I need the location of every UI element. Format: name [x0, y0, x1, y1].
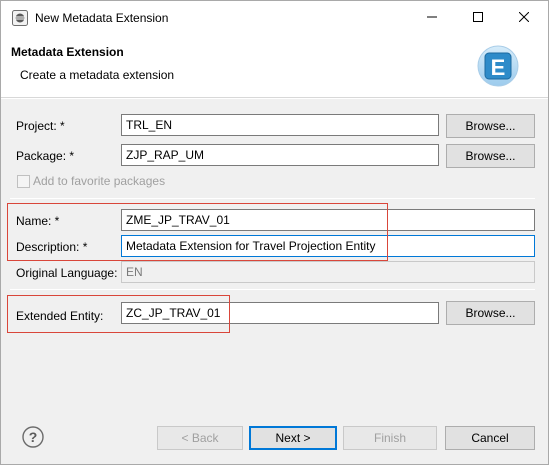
close-button[interactable] [501, 1, 547, 33]
project-browse-button[interactable]: Browse... [446, 114, 535, 138]
favorite-packages-checkbox[interactable] [17, 175, 30, 188]
help-icon[interactable]: ? [22, 426, 44, 448]
wizard-subtitle: Create a metadata extension [20, 68, 175, 82]
new-metadata-extension-dialog: New Metadata Extension Metadata Extensio… [0, 0, 549, 465]
package-browse-button[interactable]: Browse... [446, 144, 535, 168]
minimize-button[interactable] [409, 1, 455, 33]
extended-entity-browse-button[interactable]: Browse... [446, 301, 535, 325]
title-bar[interactable]: New Metadata Extension [1, 1, 548, 35]
wizard-header: Metadata Extension Create a metadata ext… [1, 35, 548, 97]
metadata-extension-logo-icon: E [477, 45, 519, 87]
minimize-icon [427, 12, 437, 22]
next-button[interactable]: Next > [249, 426, 337, 450]
svg-text:?: ? [29, 429, 38, 445]
form-divider-1 [10, 198, 535, 199]
finish-button[interactable]: Finish [343, 426, 437, 450]
header-divider [1, 97, 548, 98]
favorite-packages-label: Add to favorite packages [33, 174, 166, 188]
wizard-title: Metadata Extension [11, 45, 124, 59]
original-language-field: EN [121, 261, 535, 283]
package-label: Package: * [16, 149, 75, 163]
svg-text:E: E [491, 55, 506, 80]
window-title: New Metadata Extension [35, 11, 169, 25]
project-input[interactable]: TRL_EN [121, 114, 439, 136]
back-button[interactable]: < Back [157, 426, 243, 450]
package-input[interactable]: ZJP_RAP_UM [121, 144, 439, 166]
close-icon [519, 12, 529, 22]
original-language-label: Original Language: [16, 266, 118, 280]
cancel-button[interactable]: Cancel [445, 426, 535, 450]
project-label: Project: * [16, 119, 65, 133]
extended-entity-highlight [7, 295, 230, 333]
form-divider-2 [10, 289, 535, 290]
maximize-button[interactable] [455, 1, 501, 33]
maximize-icon [473, 12, 483, 22]
eclipse-app-icon [12, 10, 28, 26]
name-description-highlight [7, 203, 388, 261]
